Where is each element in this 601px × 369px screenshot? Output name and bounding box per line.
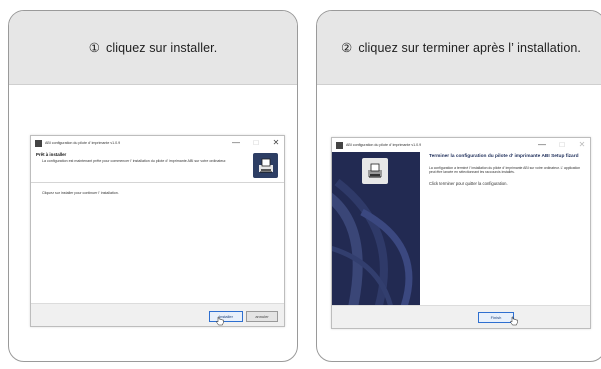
step-number: ② xyxy=(341,41,353,55)
printer-logo-icon xyxy=(253,153,278,178)
printer-logo-icon xyxy=(362,158,388,184)
install-button[interactable]: Installer xyxy=(209,311,243,322)
finish-window: ABI configuration du pilote d’ imprimant… xyxy=(331,137,591,329)
wizard-sidebar-banner xyxy=(332,152,420,305)
close-icon[interactable]: ✕ xyxy=(577,139,587,151)
window-titlebar: ABI configuration du pilote d’ imprimant… xyxy=(31,136,284,150)
step-instruction: cliquez sur terminer après l’ installati… xyxy=(358,41,581,55)
finish-paragraph: La configuration a terminé l’ installati… xyxy=(429,166,581,175)
close-icon[interactable]: ✕ xyxy=(271,137,281,149)
finish-button[interactable]: Finish xyxy=(478,312,514,323)
window-title: ABI configuration du pilote d’ imprimant… xyxy=(45,141,121,145)
step-instruction: cliquez sur installer. xyxy=(106,41,218,55)
installer-header: Prêt à installer La configuration est ma… xyxy=(31,152,284,182)
finish-instruction: Click terminer pour quitter la configura… xyxy=(429,180,508,186)
installer-body-text: Cliquez sur installer pour continuer l’ … xyxy=(42,191,119,195)
finish-footer: Finish xyxy=(332,305,590,328)
window-controls: — □ ✕ xyxy=(231,137,281,149)
installer-subheading: La configuration est maintenant prête po… xyxy=(42,159,227,163)
installer-footer: Installer annuler xyxy=(31,303,284,326)
minimize-icon[interactable]: — xyxy=(537,139,547,151)
step-title: ① cliquez sur installer. xyxy=(89,40,218,55)
maximize-icon[interactable]: □ xyxy=(251,137,261,149)
app-icon xyxy=(336,141,343,149)
step-title: ② cliquez sur terminer après l’ installat… xyxy=(341,40,581,55)
step-card-install: ① cliquez sur installer. ABI configuratio… xyxy=(8,10,298,362)
cancel-button[interactable]: annuler xyxy=(246,311,278,322)
step-header: ② cliquez sur terminer après l’ installat… xyxy=(317,11,601,85)
window-titlebar: ABI configuration du pilote d’ imprimant… xyxy=(332,138,590,152)
step-number: ① xyxy=(88,41,101,55)
minimize-icon[interactable]: — xyxy=(231,137,241,149)
step-header: ① cliquez sur installer. xyxy=(9,11,297,85)
window-title: ABI configuration du pilote d’ imprimant… xyxy=(346,143,422,147)
finish-content: Terminer la configuration du pilote d’ i… xyxy=(429,154,584,186)
hand-cursor-icon xyxy=(510,316,518,326)
installer-window: ABI configuration du pilote d’ imprimant… xyxy=(30,135,285,327)
app-icon xyxy=(35,139,42,147)
hand-cursor-icon xyxy=(216,316,224,326)
step-card-finish: ② cliquez sur terminer après l’ installat… xyxy=(316,10,601,362)
divider xyxy=(31,182,284,183)
window-controls: — □ ✕ xyxy=(537,139,587,151)
finish-heading: Terminer la configuration du pilote d’ i… xyxy=(429,154,579,159)
maximize-icon[interactable]: □ xyxy=(557,139,567,151)
installer-heading: Prêt à installer xyxy=(36,152,67,157)
